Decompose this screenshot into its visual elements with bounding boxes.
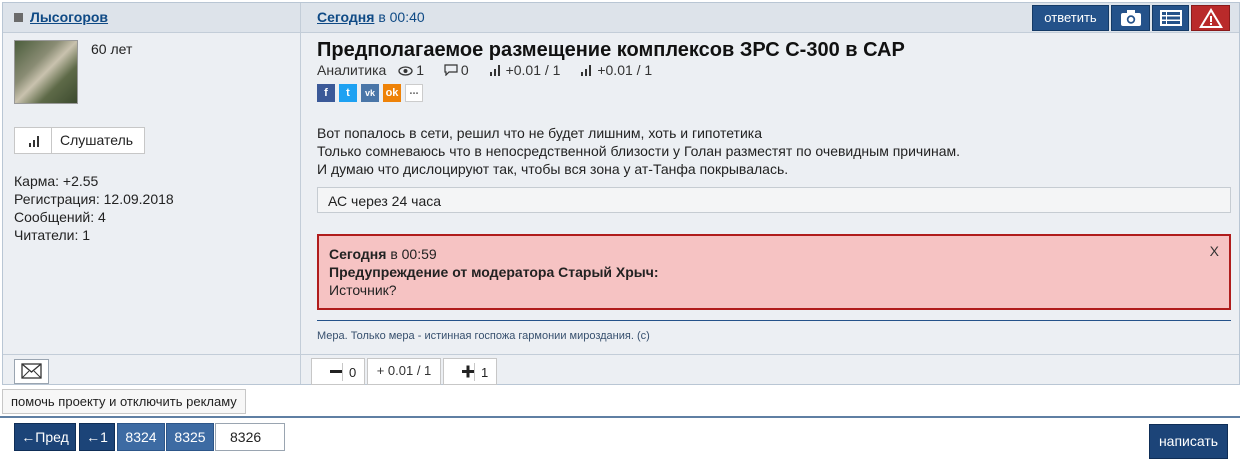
- private-message-button[interactable]: [14, 359, 49, 384]
- signal-icon: [489, 65, 500, 76]
- listen-button[interactable]: Слушатель: [14, 127, 145, 154]
- post-time[interactable]: Сегодня в 00:40: [317, 9, 425, 25]
- warning-text: Источник?: [329, 282, 397, 298]
- warning-day: Сегодня: [329, 246, 387, 262]
- pagination-page[interactable]: 8325: [166, 423, 214, 451]
- vote-minus-count: 0: [349, 365, 357, 380]
- pagination-current-page[interactable]: 8326: [215, 423, 285, 451]
- comments-stat: 0: [444, 62, 481, 78]
- post-time-day[interactable]: Сегодня: [317, 9, 374, 25]
- post-line: Только сомневаюсь что в непосредственной…: [317, 143, 961, 159]
- more-share-icon[interactable]: ...: [405, 84, 423, 102]
- comments-count: 0: [460, 62, 469, 78]
- support-project-button[interactable]: помочь проекту и отключить рекламу: [2, 389, 246, 414]
- warning-time-rest: в 00:59: [390, 246, 437, 262]
- vote-plus-count: 1: [481, 365, 489, 380]
- post-time-rest: в 00:40: [378, 9, 425, 25]
- write-button[interactable]: написать: [1149, 424, 1228, 459]
- user-readers: Читатели: 1: [14, 227, 91, 243]
- post-container: Лысогоров Сегодня в 00:40 ответить 60 ле…: [2, 2, 1240, 385]
- signal-icon: [581, 65, 592, 76]
- post-line: И думаю что дислоцируют так, чтобы вся з…: [317, 161, 789, 177]
- post-header: Лысогоров Сегодня в 00:40 ответить: [3, 3, 1239, 33]
- vote-score: + 0.01 / 1: [367, 358, 441, 385]
- signal-icon: [15, 128, 52, 153]
- username-link[interactable]: Лысогоров: [30, 9, 108, 25]
- user-karma: Карма: +2.55: [14, 173, 99, 189]
- vk-share-icon[interactable]: vk: [361, 84, 379, 102]
- post-meta: Аналитика 1 0 +0.01 / 1 +0.01 / 1: [317, 62, 668, 78]
- listen-label: Слушатель: [60, 132, 134, 148]
- warning-time: Сегодня в 00:59: [329, 245, 1219, 263]
- ok-share-icon[interactable]: ok: [383, 84, 401, 102]
- list-icon: [1159, 10, 1182, 26]
- report-button[interactable]: [1191, 5, 1230, 31]
- vote-minus-button[interactable]: 0: [311, 358, 365, 385]
- warning-icon: [1198, 8, 1223, 28]
- twitter-share-icon[interactable]: t: [339, 84, 357, 102]
- eye-icon: [398, 66, 413, 76]
- list-button[interactable]: [1152, 5, 1189, 31]
- rating-stat-2: +0.01 / 1: [580, 62, 660, 78]
- footer-divider: [3, 354, 1239, 355]
- pagination-prev[interactable]: ←Пред: [14, 423, 76, 451]
- warning-heading: Предупреждение от модератора Старый Хрыч…: [329, 264, 659, 280]
- user-registration: Регистрация: 12.09.2018: [14, 191, 174, 207]
- pagination-first[interactable]: ←1: [79, 423, 115, 451]
- user-age: 60 лет: [91, 41, 133, 57]
- rating-stat-1: +0.01 / 1: [489, 62, 573, 78]
- minus-icon: [330, 370, 342, 373]
- post-category[interactable]: Аналитика: [317, 62, 386, 78]
- camera-icon: [1120, 10, 1141, 26]
- moderator-warning: X Сегодня в 00:59 Предупреждение от моде…: [317, 234, 1231, 310]
- user-stats: Карма: +2.55 Регистрация: 12.09.2018 Соо…: [14, 172, 174, 244]
- rating-value-1: +0.01 / 1: [505, 62, 561, 78]
- post-line: Вот попалось в сети, решил что не будет …: [317, 125, 762, 141]
- pagination-page[interactable]: 8324: [117, 423, 165, 451]
- camera-button[interactable]: [1111, 5, 1150, 31]
- warning-close-button[interactable]: X: [1210, 242, 1219, 260]
- envelope-icon: [21, 363, 42, 379]
- avatar[interactable]: [14, 40, 78, 104]
- user-messages: Сообщений: 4: [14, 209, 106, 225]
- vote-separator: [474, 363, 475, 381]
- views-count: 1: [416, 62, 424, 78]
- views-stat: 1: [398, 62, 436, 78]
- post-body: Вот попалось в сети, решил что не будет …: [317, 124, 960, 178]
- signature-divider: [317, 320, 1231, 321]
- bottom-divider: [0, 416, 1240, 418]
- vote-plus-button[interactable]: 1: [443, 358, 497, 385]
- post-title: Предполагаемое размещение комплексов ЗРС…: [317, 39, 905, 61]
- facebook-share-icon[interactable]: f: [317, 84, 335, 102]
- reply-button[interactable]: ответить: [1032, 5, 1109, 31]
- comment-icon: [444, 64, 458, 77]
- rating-value-2: +0.01 / 1: [597, 62, 653, 78]
- signature: Мера. Только мера - истинная госпожа гар…: [317, 330, 650, 342]
- column-divider: [300, 3, 301, 384]
- status-square-icon: [14, 13, 23, 22]
- plus-icon: [462, 365, 474, 378]
- post-quote: АС через 24 часа: [317, 187, 1231, 213]
- vote-separator: [342, 363, 343, 381]
